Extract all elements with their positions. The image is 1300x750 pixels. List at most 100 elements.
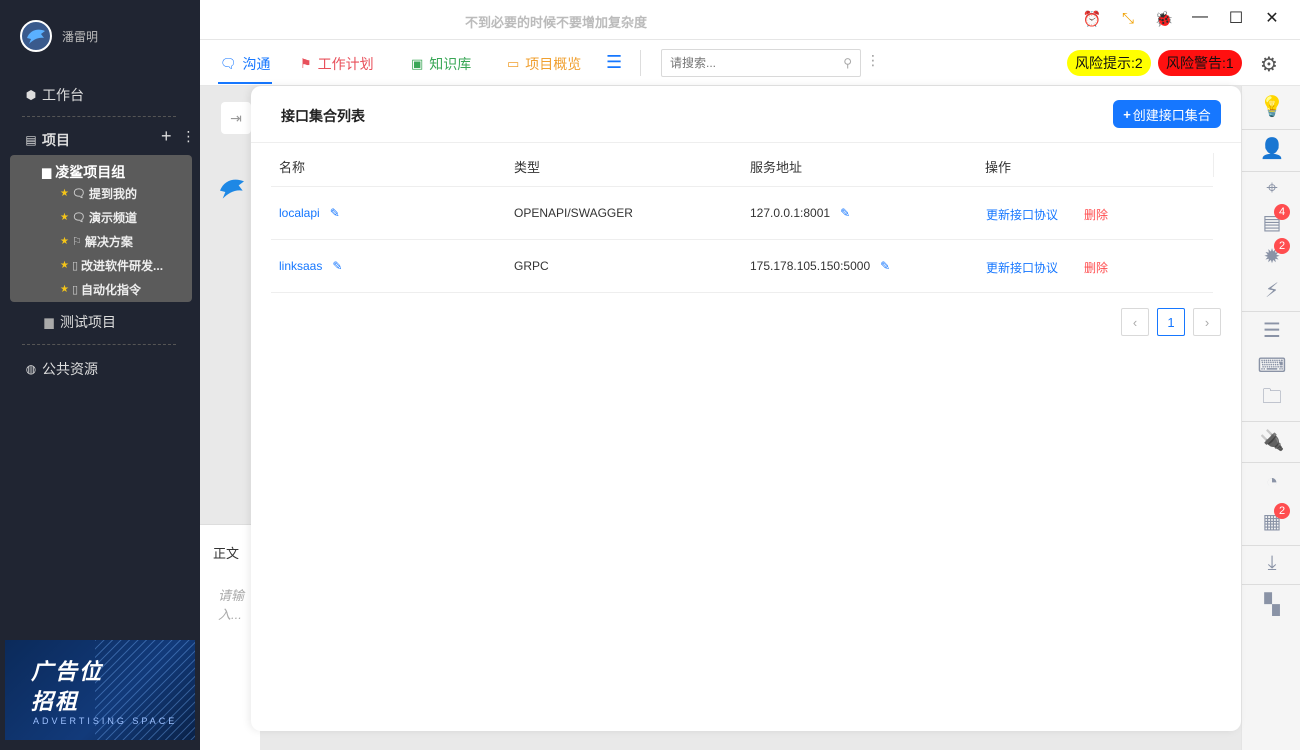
tab-label: 工作计划 (317, 56, 374, 72)
more-vertical-icon[interactable]: ⋮ (866, 52, 880, 69)
folder-settings-icon[interactable]: 🗀 (1260, 386, 1284, 411)
folder-icon: ▆ (44, 315, 54, 329)
address-text: 127.0.0.1:8001 (750, 206, 831, 220)
column-address: 服务地址 (750, 160, 803, 175)
sidebar-item-projects[interactable]: ▤ 项目 (24, 130, 70, 150)
collection-name-link[interactable]: linksaas (279, 259, 322, 273)
delete-link[interactable]: 删除 (1084, 206, 1108, 223)
bug-icon[interactable]: ✹ 2 (1260, 238, 1290, 268)
document-icon[interactable]: ▤ 4 (1260, 204, 1290, 234)
add-project-icon[interactable]: + (161, 126, 172, 147)
row-name-cell: localapi ✎ (279, 206, 340, 220)
sidebar-item-test-project[interactable]: ▆ 测试项目 (42, 312, 116, 332)
sidebar-item-workbench[interactable]: ⬢ 工作台 (24, 85, 84, 105)
project-icon: ▤ (25, 133, 37, 147)
row-name-cell: linksaas ✎ (279, 259, 342, 273)
collection-name-link[interactable]: localapi (279, 206, 320, 220)
divider (22, 344, 176, 345)
collapse-icon[interactable]: ⤡ (1110, 10, 1146, 28)
tab-label: 项目概览 (525, 56, 582, 72)
sidebar-item-public-resources[interactable]: ◍ 公共资源 (24, 359, 98, 379)
row-type-cell: OPENAPI/SWAGGER (514, 206, 633, 220)
prev-page-button[interactable]: ‹ (1121, 308, 1149, 336)
location-icon[interactable]: ⌖ (1260, 176, 1284, 200)
maximize-icon[interactable]: ☐ (1218, 8, 1254, 28)
public-resources-label: 公共资源 (42, 361, 98, 377)
group-item-improve[interactable]: ★ ▯ 改进软件研发... (60, 257, 163, 274)
panel-title: 接口集合列表 (281, 108, 365, 124)
star-icon: ★ (60, 284, 69, 295)
apps-icon[interactable]: ▚ (1260, 592, 1284, 616)
avatar[interactable] (20, 20, 52, 52)
delete-link[interactable]: 删除 (1084, 259, 1108, 276)
gear-icon[interactable]: ⚙ (1260, 52, 1278, 77)
flag-icon: ⚐ (71, 236, 82, 248)
update-protocol-link[interactable]: 更新接口协议 (986, 259, 1058, 276)
table-row: linksaas ✎ GRPC 175.178.105.150:5000 ✎ 更… (271, 240, 1213, 293)
tab-work-plan[interactable]: ⚑ 工作计划 (300, 54, 374, 74)
group-item-solution[interactable]: ★ ⚐ 解决方案 (60, 233, 133, 250)
edit-icon[interactable]: ✎ (880, 259, 890, 273)
group-item-mentions[interactable]: ★ 🗨 提到我的 (60, 185, 137, 202)
divider (1242, 421, 1300, 422)
event-list-icon[interactable]: ▦ 2 (1260, 503, 1290, 533)
group-item-label: 自动化指令 (81, 283, 142, 297)
risk-hint-badge[interactable]: 风险提示:2 (1067, 50, 1151, 76)
globe-icon: ◍ (25, 362, 37, 376)
folder-icon: ▆ (42, 165, 52, 179)
next-page-button[interactable]: › (1193, 308, 1221, 336)
bug-count-badge: 2 (1274, 238, 1290, 254)
project-group-title[interactable]: ▆ 凌鲨项目组 (42, 162, 125, 182)
server-icon[interactable]: ☰ (1260, 318, 1284, 342)
flash-icon[interactable]: ⚡ (1260, 278, 1284, 302)
chat-icon: 🗨 (220, 56, 237, 71)
menu-icon[interactable]: ☰ (606, 52, 622, 73)
ad-title-2: 招租 (31, 689, 80, 714)
group-item-automation[interactable]: ★ ▯ 自动化指令 (60, 281, 141, 298)
divider (1242, 584, 1300, 585)
more-vertical-icon[interactable]: ⋮ (182, 128, 196, 145)
group-item-label: 提到我的 (88, 187, 137, 201)
user-info[interactable]: 潘雷明 (20, 20, 98, 52)
editor-tab[interactable]: 正文 (213, 543, 239, 562)
minimize-icon[interactable]: — (1182, 8, 1218, 28)
tab-knowledge-base[interactable]: ▣ 知识库 (411, 54, 471, 74)
project-actions: + ⋮ (161, 126, 196, 147)
bug-icon[interactable]: 🐞 (1146, 10, 1182, 28)
page-number-button[interactable]: 1 (1157, 308, 1185, 336)
close-icon[interactable]: ✕ (1254, 8, 1290, 28)
shark-logo-icon (27, 29, 45, 44)
alarm-icon[interactable]: ⏰ (1074, 10, 1110, 28)
pie-chart-icon[interactable]: ◔ (1260, 470, 1284, 494)
lightbulb-icon[interactable]: 💡 (1260, 94, 1285, 118)
group-item-label: 解决方案 (84, 235, 133, 249)
api-collection-panel: 接口集合列表 + 创建接口集合 名称 类型 服务地址 操作 localapi ✎… (251, 86, 1241, 731)
ad-banner[interactable]: 广告位 招租 ADVERTISING SPACE (5, 640, 195, 740)
right-toolbar: 💡 👤 ⌖ ▤ 4 ✹ 2 ⚡ ☰ ⌨ 🗀 🔌 ◔ ▦ 2 ⤓ ▚ (1241, 86, 1300, 750)
edit-icon[interactable]: ✎ (330, 206, 340, 220)
risk-warning-badge[interactable]: 风险警告:1 (1158, 50, 1242, 76)
tab-project-overview[interactable]: ▭ 项目概览 (507, 54, 581, 74)
tab-label: 知识库 (429, 56, 472, 72)
column-type: 类型 (514, 160, 541, 175)
edit-icon[interactable]: ✎ (840, 206, 850, 220)
group-item-label: 演示频道 (88, 211, 137, 225)
terminal-icon[interactable]: ⌨ (1258, 353, 1287, 377)
edit-icon[interactable]: ✎ (332, 259, 342, 273)
workbench-label: 工作台 (42, 87, 84, 103)
download-icon[interactable]: ⤓ (1260, 551, 1284, 575)
tab-communication[interactable]: 🗨 沟通 (220, 54, 271, 74)
create-button-label: 创建接口集合 (1132, 107, 1211, 123)
sidebar-toggle-icon[interactable]: ⇥ (221, 102, 251, 134)
api-plug-icon[interactable]: 🔌 (1260, 428, 1285, 452)
create-api-collection-button[interactable]: + 创建接口集合 (1113, 100, 1221, 128)
member-star-icon[interactable]: 👤 (1260, 136, 1285, 160)
search-icon[interactable]: ⚲ (843, 56, 852, 70)
group-item-label: 改进软件研发... (81, 259, 164, 273)
update-protocol-link[interactable]: 更新接口协议 (986, 206, 1058, 223)
group-item-demo-channel[interactable]: ★ 🗨 演示频道 (60, 209, 137, 226)
search-input[interactable] (670, 56, 830, 70)
motto-text: 不到必要的时候不要增加复杂度 (464, 15, 647, 30)
search-box[interactable]: ⚲ (661, 49, 861, 77)
ad-subtitle: ADVERTISING SPACE (33, 716, 178, 726)
